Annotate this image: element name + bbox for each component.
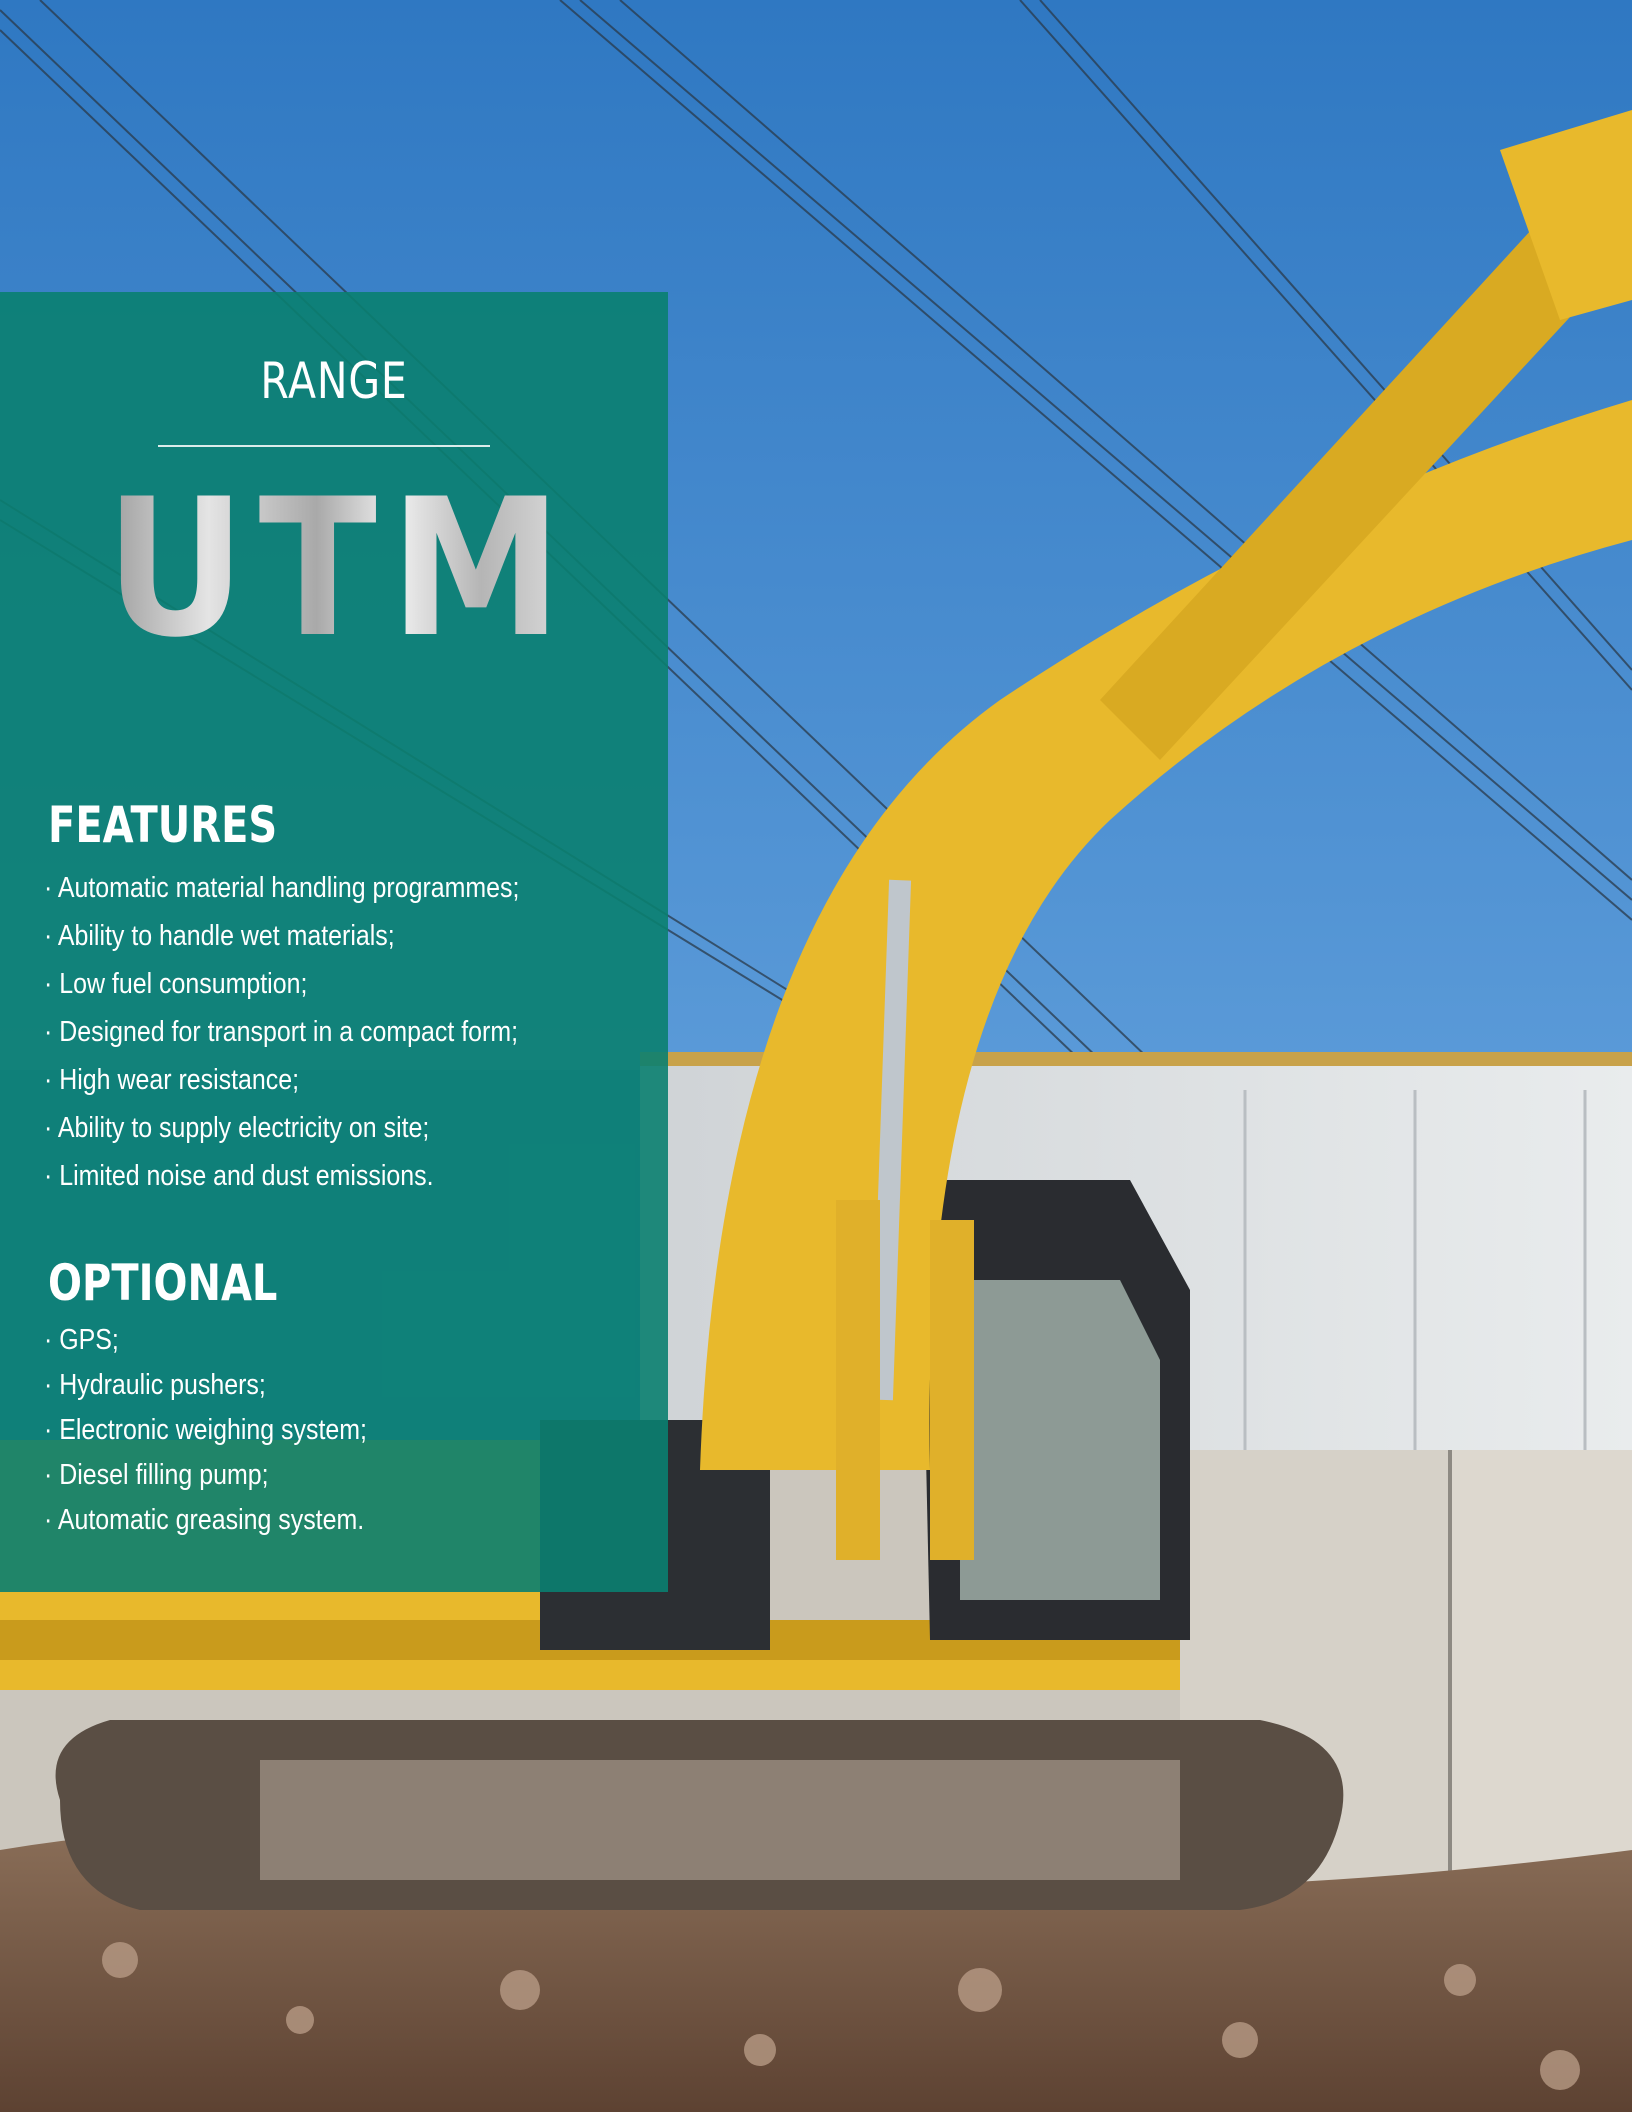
- range-heading: RANGE: [260, 352, 408, 410]
- list-item: · Diesel filling pump;: [44, 1459, 269, 1491]
- list-item: · Electronic weighing system;: [44, 1414, 367, 1446]
- list-item: · Ability to supply electricity on site;: [44, 1112, 430, 1144]
- list-item: · GPS;: [44, 1324, 119, 1356]
- list-item: · High wear resistance;: [44, 1064, 300, 1096]
- optional-heading: OPTIONAL: [48, 1254, 278, 1312]
- utm-logo-text: UTM: [105, 472, 575, 662]
- info-panel: RANGE UTM FEATURES · Automatic material …: [0, 292, 668, 1592]
- heading-divider: [158, 445, 490, 447]
- features-list: · Automatic material handling programmes…: [44, 864, 597, 1200]
- list-item: · Designed for transport in a compact fo…: [44, 1016, 519, 1048]
- list-item: · Automatic greasing system.: [44, 1504, 365, 1536]
- optional-list: · GPS; · Hydraulic pushers; · Electronic…: [44, 1318, 420, 1543]
- features-heading: FEATURES: [48, 796, 278, 854]
- list-item: · Automatic material handling programmes…: [44, 872, 520, 904]
- list-item: · Ability to handle wet materials;: [44, 920, 395, 952]
- list-item: · Low fuel consumption;: [44, 968, 308, 1000]
- list-item: · Limited noise and dust emissions.: [44, 1160, 434, 1192]
- utm-logo: UTM: [100, 458, 580, 679]
- list-item: · Hydraulic pushers;: [44, 1369, 266, 1401]
